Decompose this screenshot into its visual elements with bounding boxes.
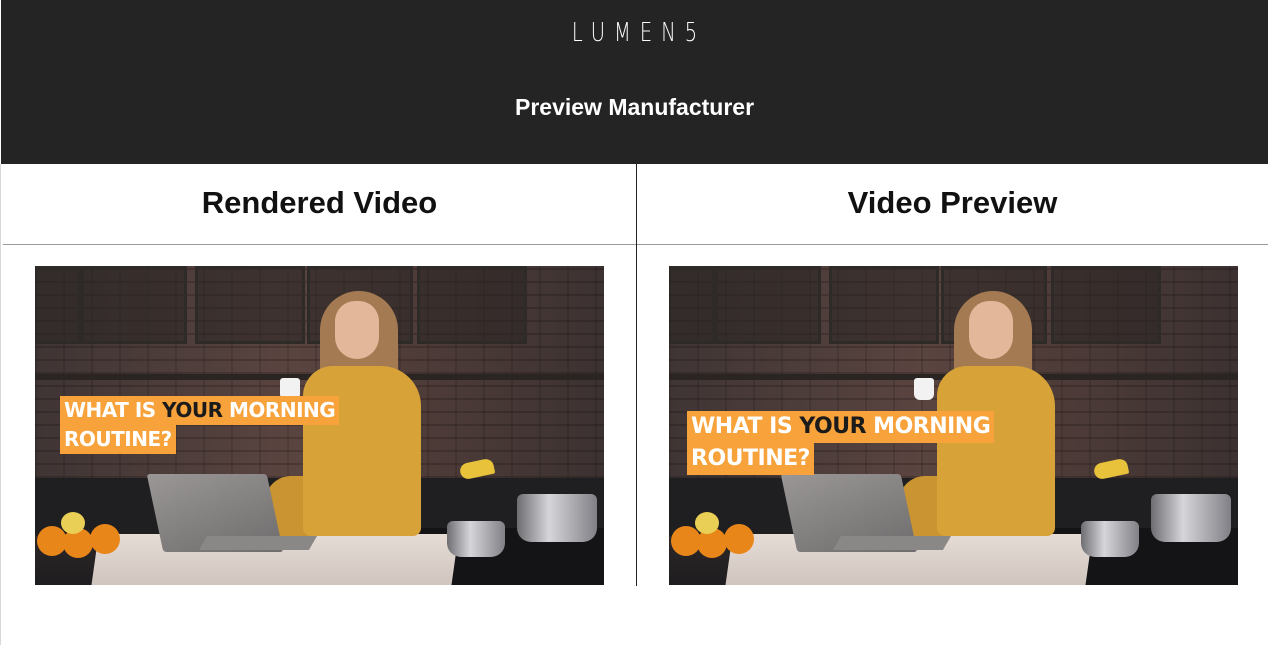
mug-image bbox=[914, 378, 934, 400]
video-preview-heading: Video Preview bbox=[847, 185, 1058, 220]
left-border bbox=[0, 164, 1, 645]
page-subtitle: Preview Manufacturer bbox=[514, 94, 755, 120]
caption-line-1: WHAT IS YOUR MORNING bbox=[687, 411, 995, 443]
lumen5-logo: LUMEN5 bbox=[571, 18, 707, 48]
video-caption: WHAT IS YOUR MORNING ROUTINE? bbox=[60, 396, 340, 454]
app-header: LUMEN5 Preview Manufacturer bbox=[1, 0, 1268, 164]
rendered-video-heading: Rendered Video bbox=[201, 185, 438, 220]
heading-rule-right bbox=[637, 244, 1268, 245]
rendered-video-player[interactable]: WHAT IS YOUR MORNING ROUTINE? bbox=[35, 266, 604, 585]
heading-rule-left bbox=[3, 244, 636, 245]
video-caption: WHAT IS YOUR MORNING ROUTINE? bbox=[687, 411, 995, 475]
video-preview-player[interactable]: WHAT IS YOUR MORNING ROUTINE? bbox=[669, 266, 1238, 585]
caption-line-1: WHAT IS YOUR MORNING bbox=[60, 396, 340, 425]
caption-line-2: ROUTINE? bbox=[687, 443, 814, 475]
caption-line-2: ROUTINE? bbox=[60, 425, 176, 454]
